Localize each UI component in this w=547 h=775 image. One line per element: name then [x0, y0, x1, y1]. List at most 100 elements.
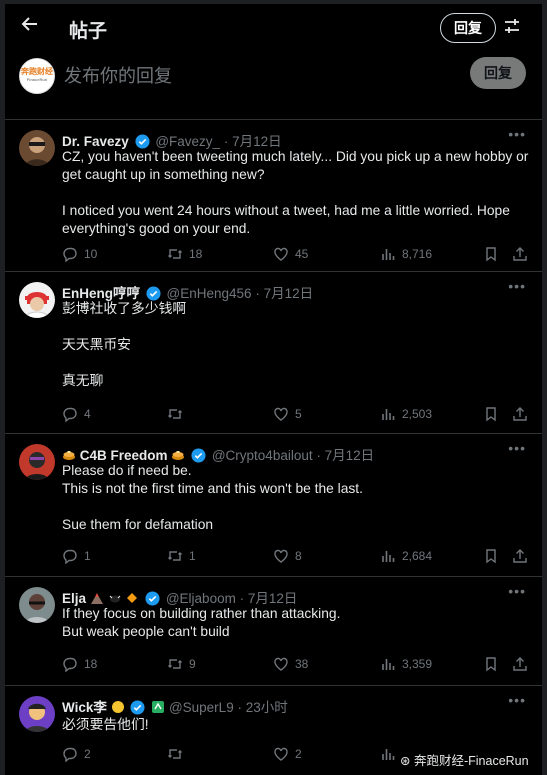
like-button[interactable]: 45 — [273, 246, 308, 262]
header-reply-button[interactable]: 回复 — [440, 13, 496, 43]
author-handle[interactable]: @Crypto4bailout — [212, 448, 313, 463]
share-icon[interactable] — [512, 406, 534, 422]
views-button[interactable]: 8,716 — [380, 246, 432, 262]
like-button[interactable]: 8 — [273, 548, 302, 564]
post-time[interactable]: 23小时 — [246, 700, 288, 715]
reply-button[interactable]: 4 — [62, 406, 91, 422]
reply-button[interactable]: 1 — [62, 548, 91, 564]
tweet-line: I noticed you went 24 hours without a tw… — [62, 203, 510, 218]
post-time[interactable]: 7月12日 — [232, 134, 282, 149]
separator-dot: · — [223, 134, 229, 149]
heart-icon — [274, 657, 288, 671]
retweet-button[interactable]: 18 — [167, 246, 202, 262]
views-button[interactable]: 2,503 — [380, 406, 432, 422]
bookmark-icon[interactable] — [483, 406, 505, 422]
tweet[interactable]: Elja @Eljaboom · 7月12日 ••• If they focus… — [5, 577, 542, 686]
tweet[interactable]: EnHeng哼哼 @EnHeng456 · 7月12日 ••• 彭博社收了多少钱… — [5, 272, 542, 434]
reply-button[interactable]: 10 — [62, 246, 97, 262]
tweet-line: everything's good on your end. — [62, 221, 251, 236]
view-count: 8,716 — [402, 247, 433, 261]
reply-input[interactable]: 发布你的回复 — [64, 62, 172, 88]
like-count: 38 — [295, 657, 309, 671]
retweet-button[interactable] — [167, 406, 189, 422]
retweet-icon — [168, 551, 182, 561]
bull-emoji-icon — [108, 591, 122, 605]
tweet-line: 必须要告他们! — [62, 717, 149, 732]
like-count: 5 — [295, 407, 302, 421]
retweet-button[interactable] — [167, 746, 189, 762]
view-count: 3,359 — [402, 657, 433, 671]
author-handle[interactable]: @EnHeng456 — [167, 286, 252, 301]
tweet-text: If they focus on building rather than at… — [62, 605, 532, 641]
reply-button[interactable]: 2 — [62, 746, 91, 762]
post-panel: 帖子 回复 奔跑财经 FinaceRun 发布你的回复 回复 Dr. Favez… — [5, 4, 542, 775]
back-arrow-icon[interactable] — [17, 14, 43, 40]
retweet-button[interactable]: 9 — [167, 656, 196, 672]
avatar-logo: 奔跑财经 — [21, 67, 53, 76]
share-icon[interactable] — [512, 548, 534, 564]
author-handle[interactable]: @Eljaboom — [166, 591, 236, 606]
tweet[interactable]: Dr. Favezy @Favezy_ · 7月12日 ••• CZ, you … — [5, 120, 542, 272]
more-options-icon[interactable]: ••• — [508, 440, 526, 456]
reply-button[interactable]: 18 — [62, 656, 97, 672]
reply-count: 4 — [84, 407, 91, 421]
post-time[interactable]: 7月12日 — [325, 448, 375, 463]
avatar[interactable] — [19, 282, 55, 318]
like-count: 8 — [295, 549, 302, 563]
more-options-icon[interactable]: ••• — [508, 126, 526, 142]
more-options-icon[interactable]: ••• — [508, 583, 526, 599]
post-time[interactable]: 7月12日 — [248, 591, 298, 606]
views-button[interactable]: 3,359 — [380, 656, 432, 672]
tweet[interactable]: C4B Freedom @Crypto4bailout · 7月12日 ••• … — [5, 434, 542, 577]
reply-submit-button[interactable]: 回复 — [470, 57, 526, 89]
author-name[interactable]: EnHeng哼哼 — [62, 286, 140, 301]
views-chart-icon — [382, 409, 395, 420]
pancake-emoji-icon — [171, 448, 185, 462]
yellow-circle-emoji-icon — [111, 700, 125, 714]
affiliate-badge-icon — [151, 700, 165, 714]
user-avatar[interactable]: 奔跑财经 FinaceRun — [19, 58, 55, 94]
tweet-actions: 18 9 38 3,359 — [62, 656, 532, 674]
reply-composer: 奔跑财经 FinaceRun 发布你的回复 回复 — [5, 50, 542, 120]
orange-diamond-icon — [125, 591, 139, 605]
sort-filter-icon[interactable] — [502, 16, 524, 38]
avatar[interactable] — [19, 444, 55, 480]
views-button[interactable] — [380, 746, 402, 762]
avatar[interactable] — [19, 696, 55, 732]
reply-icon — [63, 747, 77, 762]
tweet-text: 必须要告他们! — [62, 716, 532, 734]
bookmark-icon[interactable] — [483, 656, 505, 672]
like-button[interactable]: 2 — [273, 746, 302, 762]
author-name[interactable]: Elja — [62, 591, 86, 606]
tweet-line — [62, 184, 532, 202]
post-time[interactable]: 7月12日 — [264, 286, 314, 301]
avatar-logo-sub: FinaceRun — [26, 77, 48, 82]
author-name[interactable]: Dr. Favezy — [62, 134, 129, 149]
avatar[interactable] — [19, 587, 55, 623]
views-chart-icon — [382, 659, 395, 670]
avatar[interactable] — [19, 130, 55, 166]
reply-icon — [63, 657, 77, 672]
author-handle[interactable]: @SuperL9 — [169, 700, 234, 715]
views-button[interactable]: 2,684 — [380, 548, 432, 564]
like-button[interactable]: 38 — [273, 656, 308, 672]
share-icon[interactable] — [512, 656, 534, 672]
watermark-logo-icon: ⊛ — [400, 754, 411, 768]
tweet-line: CZ, you haven't been tweeting much latel… — [62, 149, 529, 164]
share-icon[interactable] — [512, 246, 534, 262]
author-name[interactable]: C4B Freedom — [80, 448, 168, 463]
tweet-line: Please do if need be. — [62, 463, 192, 478]
author-name[interactable]: Wick李 — [62, 700, 107, 715]
retweet-count: 1 — [189, 549, 196, 563]
retweet-button[interactable]: 1 — [167, 548, 196, 564]
separator-dot: · — [316, 448, 321, 463]
more-options-icon[interactable]: ••• — [508, 278, 526, 294]
more-options-icon[interactable]: ••• — [508, 692, 526, 708]
bookmark-icon[interactable] — [483, 246, 505, 262]
views-chart-icon — [382, 749, 395, 760]
author-handle[interactable]: @Favezy_ — [155, 134, 220, 149]
like-button[interactable]: 5 — [273, 406, 302, 422]
tweet-line: get caught up in something new? — [62, 167, 265, 182]
tweet-line — [62, 354, 532, 372]
bookmark-icon[interactable] — [483, 548, 505, 564]
